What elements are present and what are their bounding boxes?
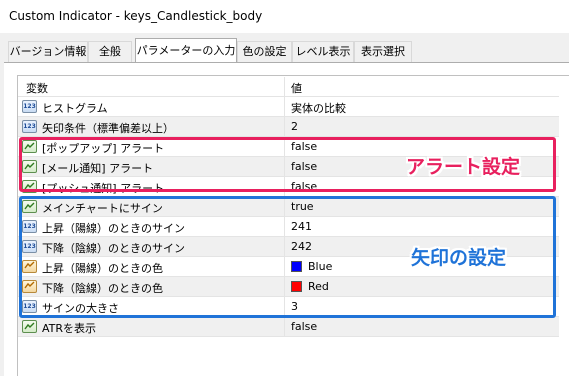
tab-version-info[interactable]: バージョン情報	[8, 41, 88, 62]
parameter-name: ATRを表示	[42, 322, 97, 335]
arrow-settings-callout: 矢印の設定	[411, 247, 507, 269]
table-header: 変数 値	[18, 77, 559, 97]
parameter-value[interactable]: 実体の比較	[291, 100, 346, 116]
tab-level-display[interactable]: レベル表示	[292, 41, 354, 62]
table-row[interactable]: 123 矢印条件（標準偏差以上） 2	[18, 117, 559, 137]
tab-display-selection[interactable]: 表示選択	[354, 41, 412, 62]
tab-general[interactable]: 全般	[88, 41, 132, 62]
window-title: Custom Indicator - keys_Candlestick_body	[9, 9, 263, 23]
number-icon: 123	[22, 120, 37, 133]
column-divider	[284, 117, 285, 137]
table-row[interactable]: 123 ヒストグラム 実体の比較	[18, 97, 559, 117]
parameter-value[interactable]: 2	[291, 120, 298, 133]
tab-bar: バージョン情報 全般 パラメーターの入力 色の設定 レベル表示 表示選択	[0, 38, 569, 63]
parameter-name: ヒストグラム	[42, 102, 108, 115]
alert-settings-callout: アラート設定	[406, 156, 521, 178]
table-row[interactable]: ATRを表示 false	[18, 317, 559, 337]
bool-icon	[22, 320, 37, 333]
title-bar: Custom Indicator - keys_Candlestick_body	[0, 0, 569, 33]
column-divider	[284, 77, 285, 97]
parameter-name: 矢印条件（標準偏差以上）	[42, 122, 174, 135]
column-divider	[284, 317, 285, 337]
tab-color-settings[interactable]: 色の設定	[237, 41, 292, 62]
column-header-variable[interactable]: 変数	[26, 80, 48, 96]
number-icon: 123	[22, 100, 37, 113]
tab-parameter-input[interactable]: パラメーターの入力	[135, 38, 237, 63]
column-divider	[284, 97, 285, 117]
column-header-value[interactable]: 値	[291, 80, 302, 96]
parameter-value[interactable]: false	[291, 320, 317, 333]
